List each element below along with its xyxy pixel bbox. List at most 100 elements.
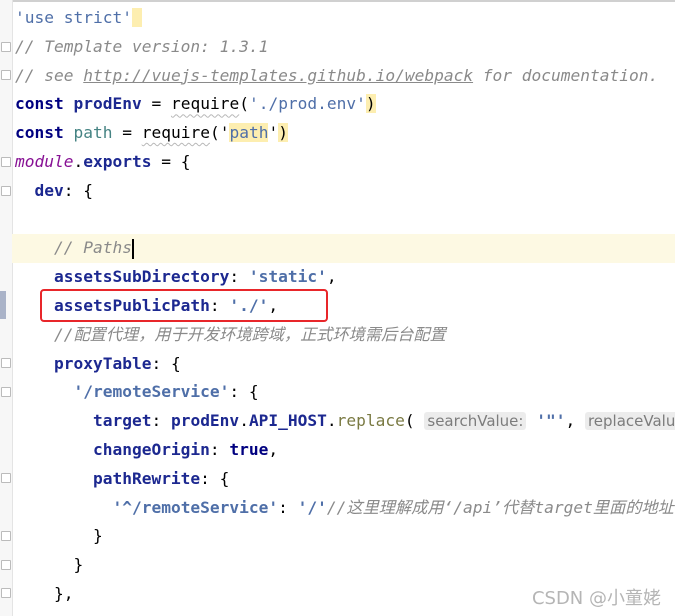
code-token: API_HOST <box>248 411 327 431</box>
code-token: dev <box>34 180 64 200</box>
text-caret <box>131 238 134 259</box>
code-token: pathRewrite <box>92 468 201 488</box>
code-token: . <box>73 151 84 171</box>
code-token: const <box>15 94 64 114</box>
code-line[interactable]: '/remoteService': { <box>15 378 675 407</box>
code-token: //这里理解成用‘/api’代替target里面的地址 <box>326 497 674 517</box>
code-token: : { <box>200 468 230 488</box>
code-token: // see <box>15 65 84 85</box>
code-line[interactable]: const path = require('path') <box>15 119 675 148</box>
fold-icon[interactable] <box>1 531 11 541</box>
code-token <box>131 8 142 27</box>
code-token: changeOrigin <box>92 439 210 459</box>
code-token: '"' <box>526 411 566 431</box>
code-token: // Paths <box>53 238 132 258</box>
code-token: = { <box>151 151 191 171</box>
code-token: exports <box>83 151 152 171</box>
code-token: }, <box>15 583 74 603</box>
code-token: replace <box>336 411 405 431</box>
code-token: require <box>170 94 240 114</box>
code-token: = <box>141 94 171 114</box>
code-line[interactable]: proxyTable: { <box>15 350 675 379</box>
fold-icon[interactable] <box>1 560 11 570</box>
code-token: ( <box>404 411 425 431</box>
code-token: ) <box>365 94 376 114</box>
code-token: , <box>565 411 585 431</box>
code-token: //配置代理，用于开发环境跨域，正式环境需后台配置 <box>53 324 446 344</box>
code-token: (' <box>209 123 230 143</box>
code-line[interactable]: module.exports = { <box>15 148 675 177</box>
code-token: prodEnv <box>170 411 240 431</box>
code-token: : <box>209 439 230 459</box>
watermark: CSDN @小童姥 <box>531 588 661 609</box>
code-line[interactable]: } <box>15 522 675 551</box>
top-border <box>0 0 675 2</box>
change-marker[interactable] <box>0 291 6 319</box>
fold-icon[interactable] <box>1 387 11 397</box>
code-token: '/remoteService' <box>73 382 230 402</box>
code-token: . <box>326 411 337 431</box>
code-line[interactable]: assetsSubDirectory: 'static', <box>15 263 675 292</box>
code-token: path <box>73 123 113 143</box>
code-line[interactable]: pathRewrite: { <box>15 465 675 494</box>
code-line[interactable]: dev: { <box>15 177 675 206</box>
code-line[interactable] <box>15 206 675 235</box>
code-line[interactable]: // Paths <box>12 234 675 264</box>
code-token: ( <box>239 94 249 114</box>
code-token: 'static' <box>248 267 327 287</box>
code-token: prodEnv <box>73 94 142 114</box>
fold-icon[interactable] <box>1 588 11 598</box>
parameter-hint: searchValue: <box>424 412 527 431</box>
code-token: for documentation. <box>473 65 659 85</box>
code-token: : { <box>63 180 93 200</box>
code-line[interactable]: } <box>15 551 675 580</box>
fold-icon[interactable] <box>1 157 11 167</box>
fold-icon[interactable] <box>1 358 11 368</box>
code-token: . <box>239 411 249 431</box>
fold-icon[interactable] <box>1 473 11 483</box>
code-line[interactable]: // see http://vuejs-templates.github.io/… <box>15 62 675 91</box>
parameter-hint: replaceValue: <box>584 412 675 431</box>
code-token: , <box>268 439 279 459</box>
code-token: target <box>92 411 152 431</box>
code-line[interactable]: //配置代理，用于开发环境跨域，正式环境需后台配置 <box>15 321 675 350</box>
code-line[interactable]: const prodEnv = require('./prod.env') <box>15 90 675 119</box>
editor-gutter[interactable] <box>0 0 13 616</box>
code-token: assetsSubDirectory <box>53 267 230 287</box>
code-token: 'use strict' <box>15 8 132 27</box>
fold-icon[interactable] <box>1 70 11 80</box>
code-token: } <box>15 555 84 575</box>
code-token: module <box>15 151 74 171</box>
code-token: , <box>326 267 337 287</box>
code-line[interactable]: target: prodEnv.API_HOST.replace( search… <box>15 407 675 436</box>
code-token: path <box>229 123 269 143</box>
code-token: './prod.env' <box>248 94 366 114</box>
code-line[interactable]: 'use strict' <box>15 4 675 33</box>
code-token: : { <box>151 353 181 373</box>
code-line[interactable]: // Template version: 1.3.1 <box>15 33 675 62</box>
code-token: : { <box>229 382 259 402</box>
code-token: // Template version: 1.3.1 <box>15 36 269 56</box>
code-token: ) <box>278 123 288 143</box>
code-token: : <box>229 267 249 287</box>
code-token: '^/remoteService' <box>112 497 279 517</box>
code-token: } <box>15 526 103 546</box>
highlight-box <box>40 289 328 322</box>
fold-icon[interactable] <box>1 42 11 52</box>
code-token: ' <box>268 123 279 143</box>
fold-icon[interactable] <box>1 186 11 196</box>
code-token: proxyTable <box>53 353 152 373</box>
code-token: http://vuejs-templates.github.io/webpack <box>83 65 474 85</box>
code-token: : <box>278 497 298 517</box>
code-token: true <box>229 439 269 459</box>
code-line[interactable]: '^/remoteService': '/'//这里理解成用‘/api’代替ta… <box>15 494 675 523</box>
code-line[interactable]: changeOrigin: true, <box>15 436 675 465</box>
